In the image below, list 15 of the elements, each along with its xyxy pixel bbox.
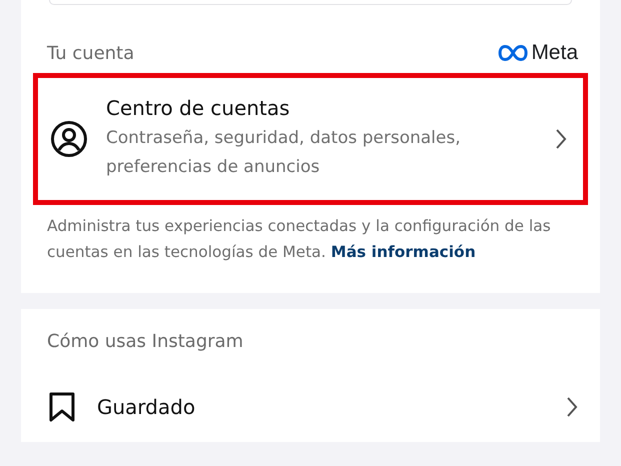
more-info-link[interactable]: Más información — [330, 243, 476, 261]
brand-name: Meta — [531, 41, 578, 65]
saved-item[interactable]: Guardado — [21, 372, 600, 442]
input-field[interactable] — [49, 0, 572, 5]
chevron-icon — [566, 396, 578, 418]
item-subtitle: Contraseña, seguridad, datos personales, preferencias de anuncios — [106, 127, 462, 179]
account-center-item[interactable]: Centro de cuentas Contraseña, seguridad, datos personales, preferencias de anuncios — [33, 73, 588, 205]
section-heading: Cómo usas Instagram — [47, 331, 244, 352]
user-circle-icon — [50, 120, 88, 158]
item-title: Centro de cuentas — [106, 96, 291, 120]
chevron-icon — [555, 128, 567, 150]
description-text: Administra tus experiencias conectadas y la configuración de las cuentas en las tecnologías de Meta. Más información — [46, 216, 552, 263]
section-heading: Tu cuenta — [47, 42, 134, 64]
infinity-logo-icon — [498, 45, 528, 61]
bookmark-icon — [49, 392, 75, 422]
